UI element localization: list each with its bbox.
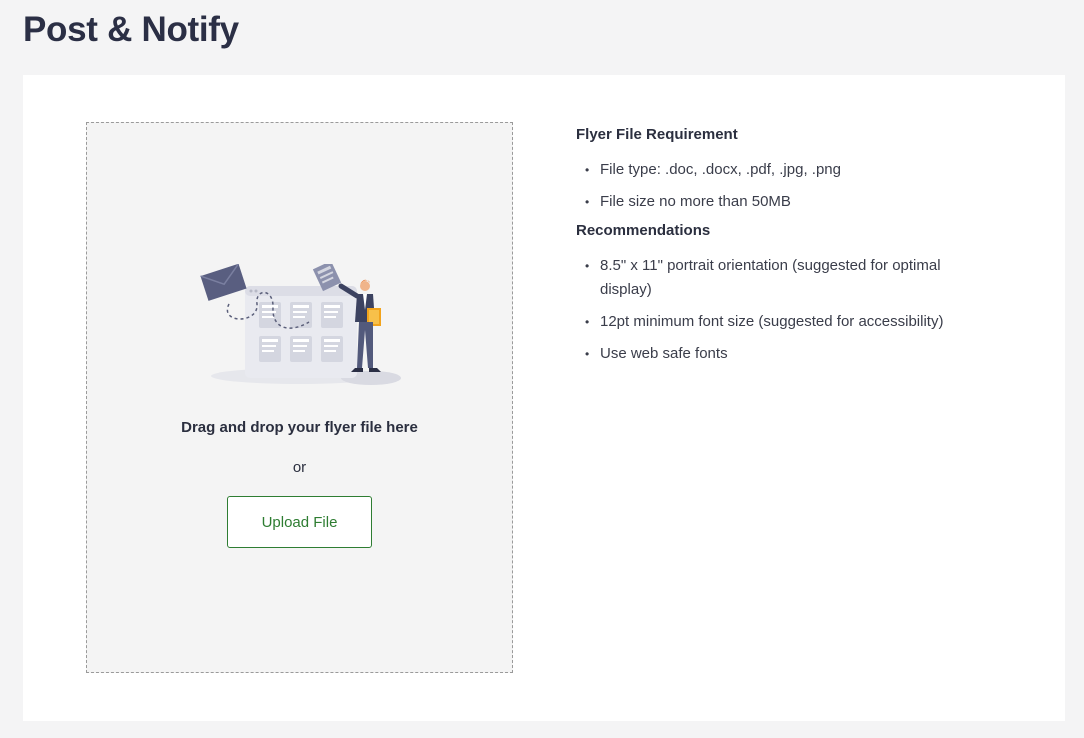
list-item: 12pt minimum font size (suggested for ac… [576, 310, 996, 334]
drop-instructions: Drag and drop your flyer file here [181, 419, 418, 436]
upload-flyer-illustration [200, 264, 401, 385]
list-item: File type: .doc, .docx, .pdf, .jpg, .png [576, 158, 996, 182]
list-item: 8.5" x 11" portrait orientation (suggest… [576, 254, 996, 302]
recommendations-list: 8.5" x 11" portrait orientation (suggest… [576, 254, 996, 366]
or-separator: or [292, 459, 307, 476]
list-item: File size no more than 50MB [576, 190, 996, 214]
requirements-panel: Flyer File Requirement File type: .doc, … [576, 126, 996, 374]
content-card: Drag and drop your flyer file here or Up… [23, 75, 1065, 721]
requirements-list: File type: .doc, .docx, .pdf, .jpg, .png… [576, 158, 996, 214]
recommendations-heading: Recommendations [576, 222, 711, 239]
requirements-heading: Flyer File Requirement [576, 126, 738, 143]
upload-file-button[interactable]: Upload File [227, 496, 372, 548]
file-dropzone[interactable]: Drag and drop your flyer file here or Up… [86, 122, 513, 673]
list-item: Use web safe fonts [576, 342, 996, 366]
page-title: Post & Notify [23, 10, 239, 49]
